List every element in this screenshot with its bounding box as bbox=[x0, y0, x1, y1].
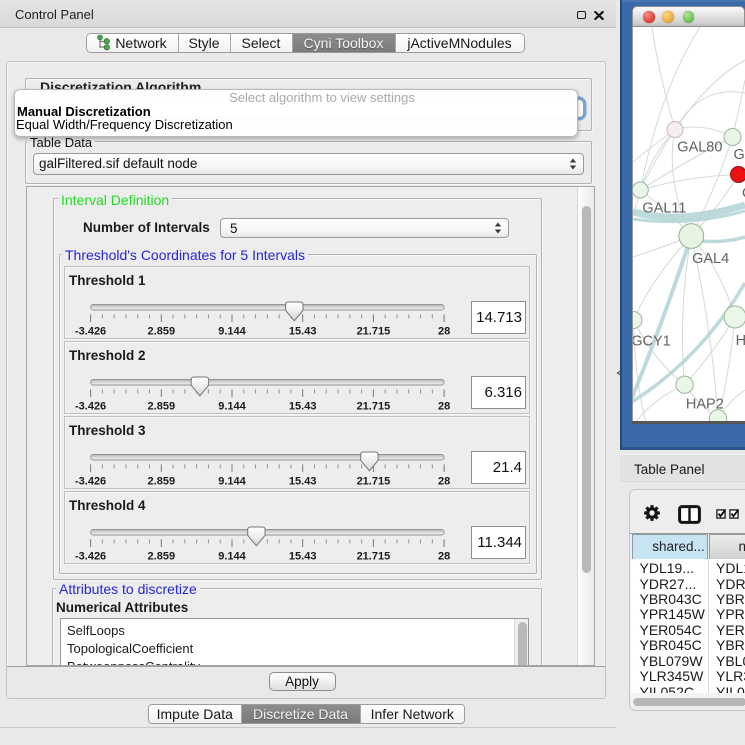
svg-text:21.715: 21.715 bbox=[357, 550, 391, 562]
svg-text:-3.426: -3.426 bbox=[75, 400, 106, 412]
svg-text:28: 28 bbox=[438, 550, 450, 562]
svg-text:9.144: 9.144 bbox=[218, 400, 246, 412]
svg-text:GA: GA bbox=[734, 147, 745, 163]
svg-text:15.43: 15.43 bbox=[289, 325, 317, 337]
svg-text:15.43: 15.43 bbox=[289, 550, 317, 562]
svg-text:9.144: 9.144 bbox=[218, 325, 246, 337]
svg-text:21.715: 21.715 bbox=[357, 400, 391, 412]
svg-text:9.144: 9.144 bbox=[218, 475, 246, 487]
svg-text:2.859: 2.859 bbox=[148, 475, 176, 487]
svg-text:28: 28 bbox=[438, 475, 450, 487]
svg-text:-3.426: -3.426 bbox=[75, 325, 106, 337]
svg-text:2.859: 2.859 bbox=[148, 550, 176, 562]
svg-text:H: H bbox=[736, 333, 745, 349]
svg-text:-3.426: -3.426 bbox=[75, 475, 106, 487]
svg-text:GAL4: GAL4 bbox=[692, 251, 729, 267]
svg-text:15.43: 15.43 bbox=[289, 400, 317, 412]
svg-text:GAL11: GAL11 bbox=[642, 201, 686, 217]
svg-text:-3.426: -3.426 bbox=[75, 550, 106, 562]
svg-text:15.43: 15.43 bbox=[289, 475, 317, 487]
svg-text:GCY1: GCY1 bbox=[633, 334, 671, 350]
svg-text:28: 28 bbox=[438, 325, 450, 337]
svg-text:2.859: 2.859 bbox=[148, 325, 176, 337]
svg-text:28: 28 bbox=[438, 400, 450, 412]
svg-text:2.859: 2.859 bbox=[148, 400, 176, 412]
svg-text:HAP2: HAP2 bbox=[686, 397, 724, 413]
svg-text:GAL80: GAL80 bbox=[677, 140, 722, 156]
svg-text:21.715: 21.715 bbox=[357, 475, 391, 487]
svg-text:21.715: 21.715 bbox=[357, 325, 391, 337]
svg-text:9.144: 9.144 bbox=[218, 550, 246, 562]
